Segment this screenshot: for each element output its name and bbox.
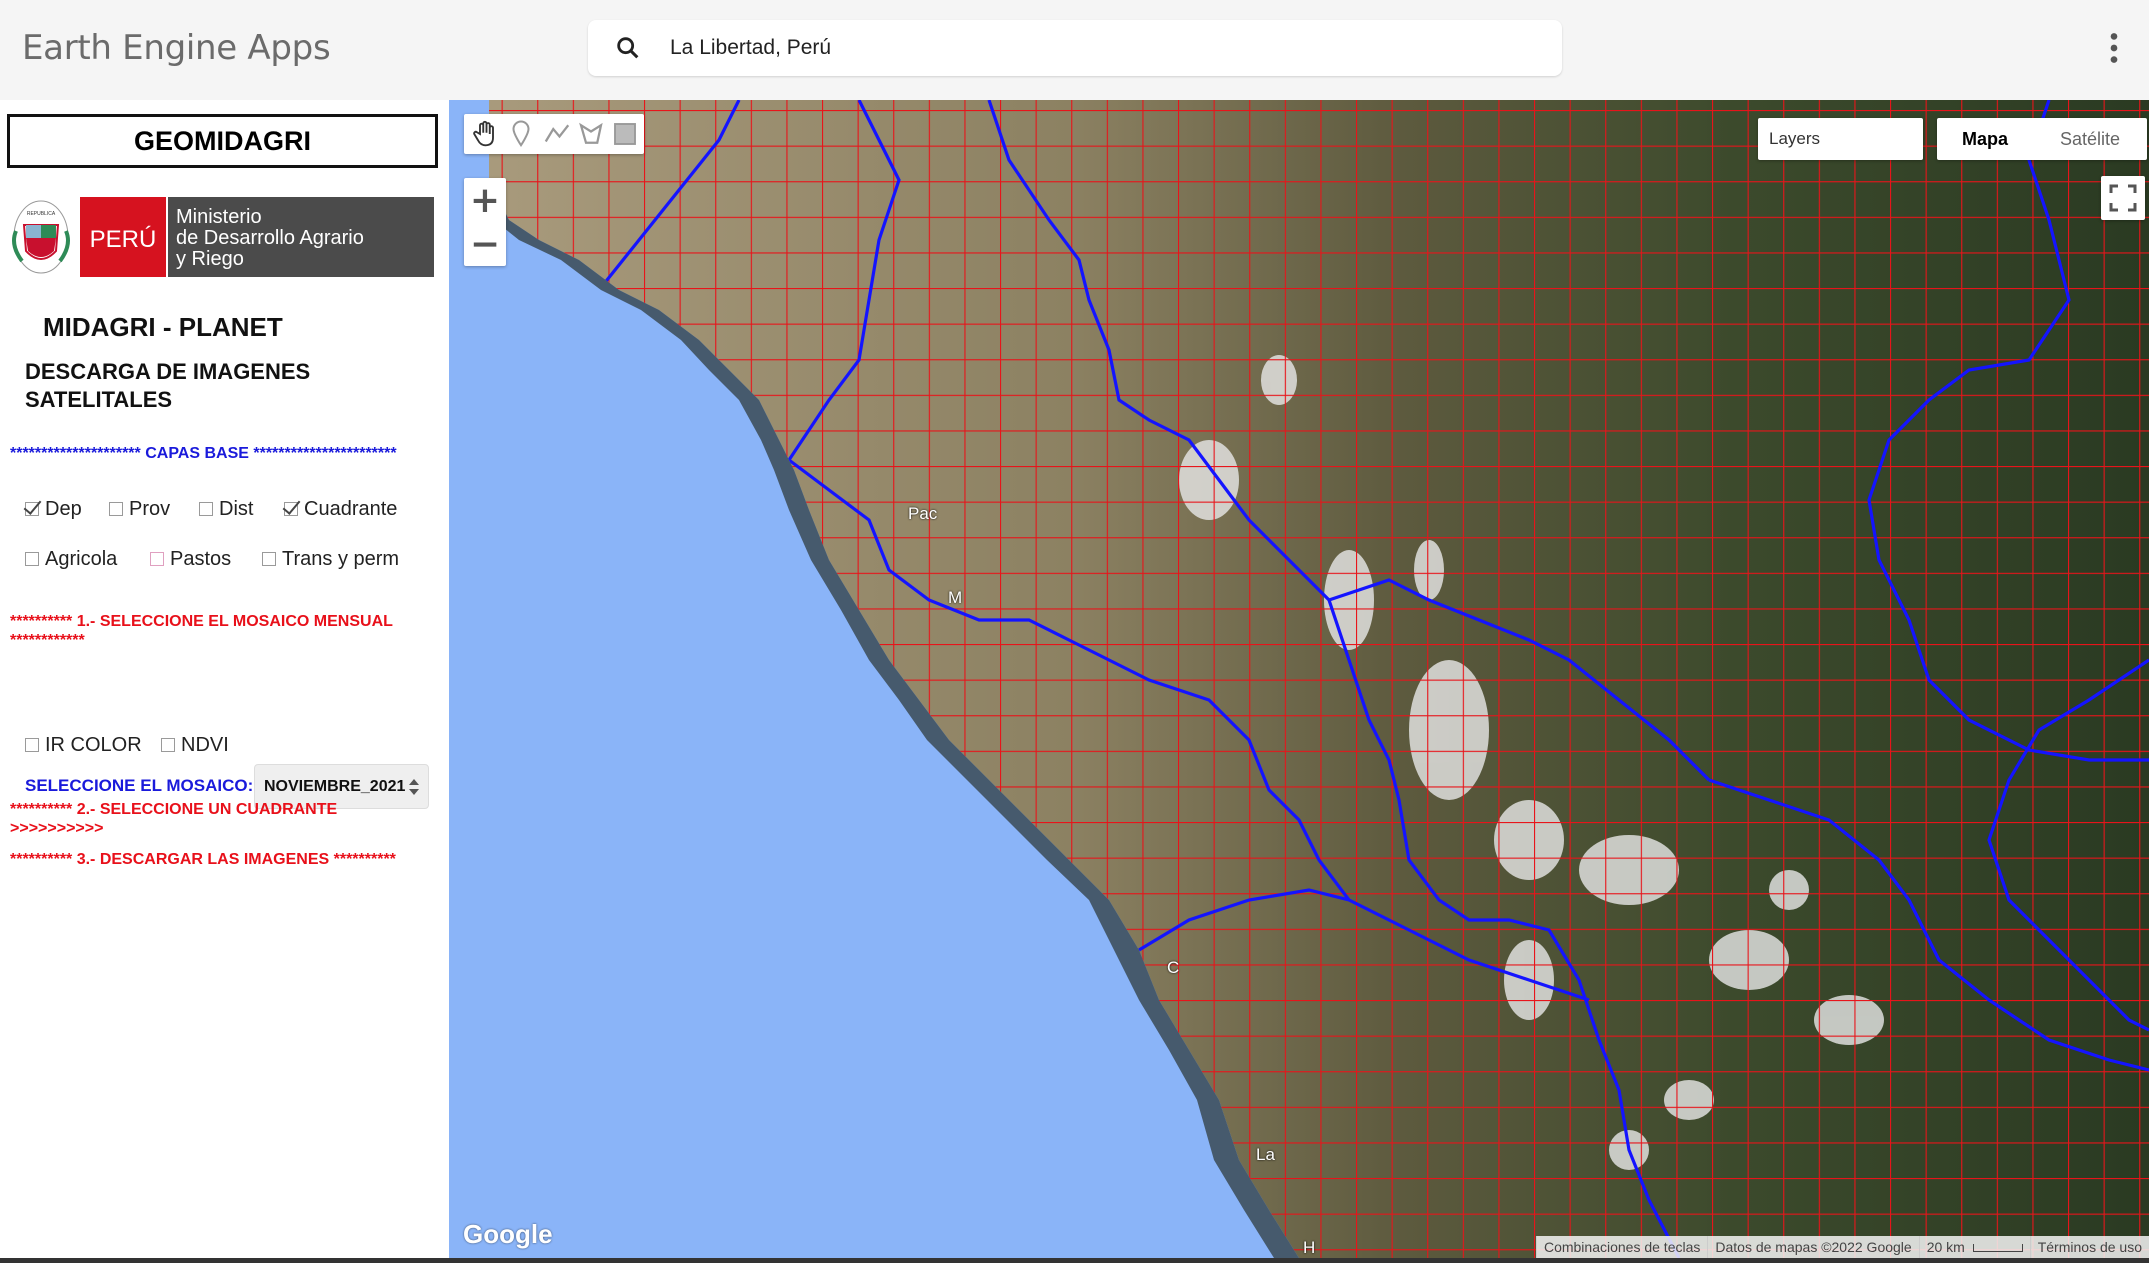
- window-bottom-edge: [0, 1258, 2149, 1263]
- base-layers-header: ********************* CAPAS BASE *******…: [10, 445, 397, 462]
- draw-polygon-icon[interactable]: [576, 119, 606, 149]
- svg-text:y Riego: y Riego: [176, 248, 244, 270]
- app-subtitle: MIDAGRI - PLANET: [43, 312, 283, 342]
- map-attribution: Combinaciones de teclas Datos de mapas ©…: [1535, 1236, 2149, 1258]
- app-description: DESCARGA DE IMAGENES SATELITALES: [25, 359, 311, 412]
- place-label: M: [948, 588, 963, 607]
- google-logo: Google: [463, 1219, 553, 1249]
- svg-text:Ministerio: Ministerio: [176, 206, 262, 228]
- more-vert-icon[interactable]: [2100, 30, 2128, 66]
- draw-rectangle-icon[interactable]: [610, 119, 640, 149]
- step-2-label: ********** 2.- SELECCIONE UN CUADRANTE >…: [10, 801, 338, 837]
- select-arrows-icon: [409, 779, 419, 795]
- checkbox-pastos[interactable]: Pastos: [150, 544, 231, 574]
- draw-line-icon[interactable]: [542, 119, 572, 149]
- map-type-satelite-button[interactable]: Satélite: [2033, 118, 2147, 160]
- keyboard-shortcuts-link[interactable]: Combinaciones de teclas: [1535, 1236, 1707, 1258]
- checkbox-ir-color[interactable]: IR COLOR: [25, 730, 142, 760]
- checkbox-box[interactable]: [25, 738, 39, 752]
- mosaic-select-value: NOVIEMBRE_2021: [264, 777, 406, 795]
- step-1-label: ********** 1.- SELECCIONE EL MOSAICO MEN…: [10, 613, 393, 649]
- step-3-label: ********** 3.- DESCARGAR LAS IMAGENES **…: [10, 851, 396, 868]
- checkbox-box[interactable]: [284, 502, 298, 516]
- search-box[interactable]: [588, 20, 1562, 76]
- fullscreen-button[interactable]: [2101, 176, 2145, 220]
- svg-text:REPUBLICA: REPUBLICA: [27, 211, 56, 217]
- control-panel: GEOMIDAGRI REPUBLICA PERÚ Ministerio de …: [0, 100, 449, 1263]
- checkbox-ndvi[interactable]: NDVI: [161, 730, 229, 760]
- place-label: La: [1256, 1145, 1275, 1164]
- checkbox-box[interactable]: [25, 552, 39, 566]
- checkbox-box[interactable]: [161, 738, 175, 752]
- satellite-imagery[interactable]: [449, 100, 2149, 1258]
- band-options-row: IR COLOR NDVI: [0, 730, 449, 760]
- checkbox-dep[interactable]: Dep: [25, 494, 82, 524]
- scale-bar[interactable]: 20 km: [1918, 1236, 2030, 1258]
- ministry-logo: REPUBLICA PERÚ Ministerio de Desarrollo …: [12, 197, 434, 277]
- checkbox-cuadrante[interactable]: Cuadrante: [284, 494, 397, 524]
- checkbox-box[interactable]: [25, 502, 39, 516]
- svg-text:PERÚ: PERÚ: [90, 226, 157, 253]
- checkbox-box[interactable]: [199, 502, 213, 516]
- mosaic-label: SELECCIONE EL MOSAICO:: [25, 776, 254, 795]
- checkbox-agricola[interactable]: Agricola: [25, 544, 117, 574]
- map-type-toggle: Mapa Satélite: [1937, 118, 2147, 160]
- search-input[interactable]: [670, 20, 1530, 76]
- base-layers-row-2: Agricola Pastos Trans y perm: [0, 544, 449, 574]
- place-label: Pac: [908, 504, 938, 523]
- app-header: Earth Engine Apps: [0, 0, 2149, 100]
- terms-link[interactable]: Términos de uso: [2029, 1236, 2149, 1258]
- hand-pan-icon[interactable]: [470, 119, 500, 149]
- checkbox-box[interactable]: [109, 502, 123, 516]
- app-title[interactable]: Earth Engine Apps: [22, 28, 331, 68]
- marker-point-icon[interactable]: [506, 119, 536, 149]
- checkbox-box[interactable]: [150, 552, 164, 566]
- checkbox-prov[interactable]: Prov: [109, 494, 170, 524]
- checkbox-box[interactable]: [262, 552, 276, 566]
- fullscreen-icon: [2109, 184, 2137, 212]
- checkbox-trans-y-perm[interactable]: Trans y perm: [262, 544, 399, 574]
- map-type-mapa-button[interactable]: Mapa: [1937, 118, 2033, 160]
- search-icon[interactable]: [614, 34, 642, 62]
- place-label: C: [1167, 958, 1180, 977]
- map-canvas[interactable]: Pac M C La H + − Layers Mapa Satélite Go…: [449, 100, 2149, 1258]
- zoom-control: + −: [464, 178, 506, 266]
- drawing-toolbar: [464, 114, 644, 154]
- checkbox-dist[interactable]: Dist: [199, 494, 253, 524]
- coat-of-arms-icon: REPUBLICA: [12, 200, 70, 274]
- zoom-in-button[interactable]: +: [464, 178, 506, 222]
- map-data-attribution: Datos de mapas ©2022 Google: [1707, 1236, 1918, 1258]
- place-label: H: [1303, 1238, 1316, 1257]
- layers-dropdown[interactable]: Layers: [1758, 118, 1923, 160]
- zoom-out-button[interactable]: −: [464, 222, 506, 266]
- svg-text:de Desarrollo Agrario: de Desarrollo Agrario: [176, 227, 364, 249]
- base-layers-row-1: Dep Prov Dist Cuadrante: [0, 494, 449, 524]
- panel-title: GEOMIDAGRI: [7, 114, 438, 168]
